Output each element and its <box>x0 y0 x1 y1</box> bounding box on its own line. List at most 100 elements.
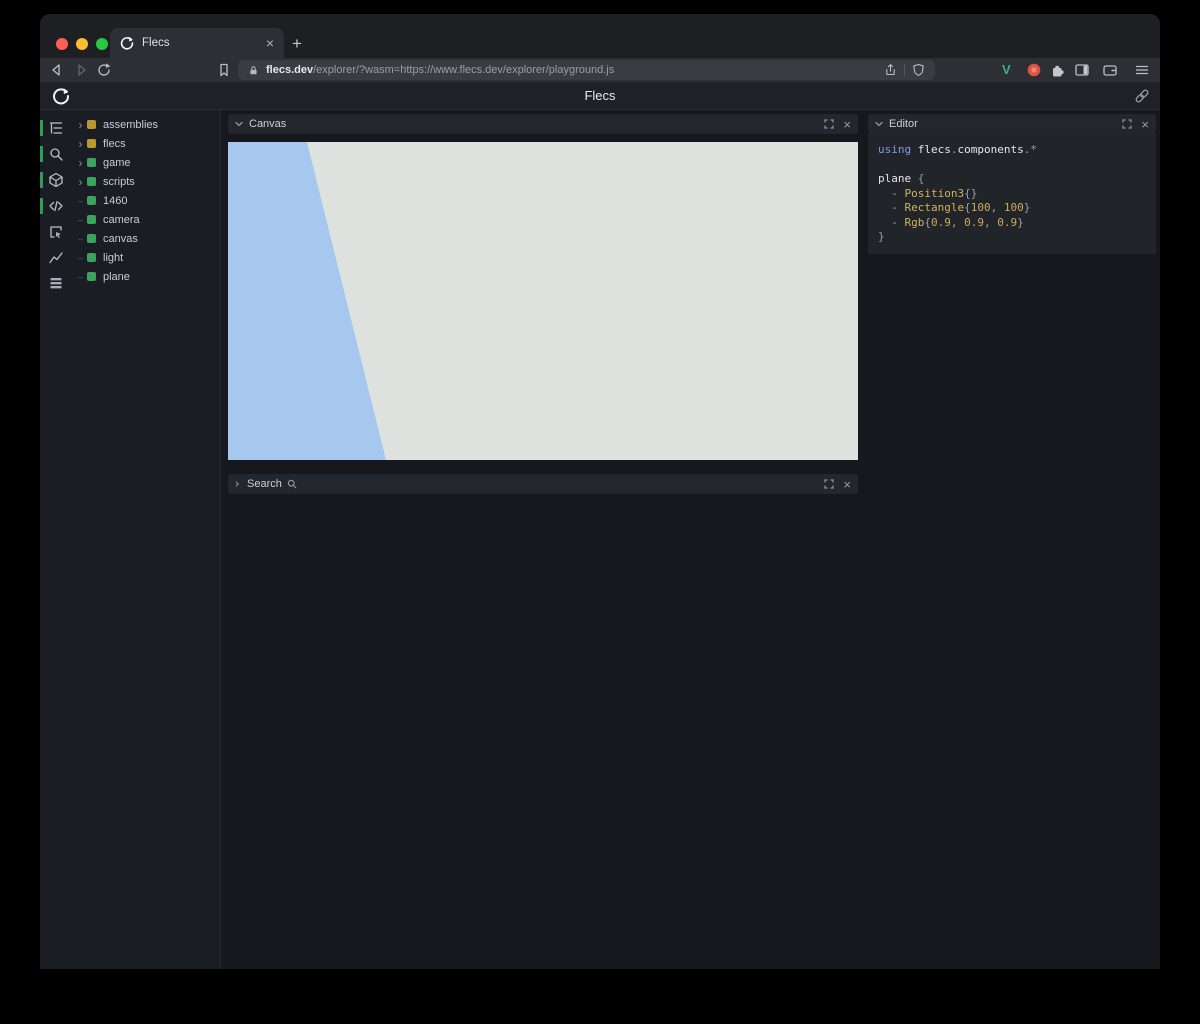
entity-color-square <box>87 158 96 167</box>
code-line: } <box>878 230 1146 245</box>
editor-code[interactable]: using flecs.components.* plane { - Posit… <box>868 134 1156 254</box>
wallet-icon[interactable] <box>1102 62 1118 78</box>
zoom-window-button[interactable] <box>96 38 108 50</box>
bookmark-icon[interactable] <box>216 62 232 78</box>
back-button[interactable] <box>49 62 65 78</box>
tree-item-assemblies[interactable]: › assemblies <box>72 115 221 134</box>
browser-tab[interactable]: Flecs × <box>110 28 284 58</box>
tree-item-label: flecs <box>103 138 126 150</box>
close-window-button[interactable] <box>56 38 68 50</box>
divider <box>904 64 905 76</box>
fullscreen-icon[interactable] <box>824 119 834 129</box>
tree-item-label: light <box>103 252 123 264</box>
reload-button[interactable] <box>96 62 112 78</box>
red-extension-icon[interactable] <box>1026 62 1042 78</box>
tree-item-label: 1460 <box>103 195 127 207</box>
entity-color-square <box>87 196 96 205</box>
tree-item-plane[interactable]: –plane <box>72 267 221 286</box>
leaf-dash-icon: – <box>74 233 87 245</box>
tree-item-label: scripts <box>103 176 135 188</box>
share-icon[interactable] <box>884 63 897 77</box>
tree-item-label: game <box>103 157 131 169</box>
page-title: Flecs <box>40 82 1160 110</box>
icon-rail <box>40 110 72 969</box>
code-editor-icon[interactable] <box>48 198 64 214</box>
app-main: ›assemblies›flecs›game›scripts–1460–came… <box>40 110 1160 969</box>
browser-toolbar: flecs.dev /explorer/?wasm=https://www.fl… <box>40 58 1160 82</box>
code-line: - Position3{} <box>878 187 1146 202</box>
url-host: flecs.dev <box>266 64 313 76</box>
browser-window: Flecs × + flecs.dev /explorer/?wa <box>40 14 1160 969</box>
expand-arrow-icon[interactable]: › <box>74 176 87 188</box>
active-indicator <box>40 146 43 162</box>
menu-hamburger-icon[interactable] <box>1134 62 1150 78</box>
stats-chart-icon[interactable] <box>48 249 64 265</box>
tree-item-label: camera <box>103 214 140 226</box>
expand-arrow-icon[interactable]: › <box>74 119 87 131</box>
code-line <box>878 158 1146 173</box>
editor-panel-header[interactable]: Editor × <box>868 114 1156 134</box>
code-line: - Rectangle{100, 100} <box>878 201 1146 216</box>
data-rows-icon[interactable] <box>48 275 64 291</box>
canvas-panel-title: Canvas <box>249 118 286 130</box>
left-column: ›assemblies›flecs›game›scripts–1460–came… <box>40 110 221 969</box>
collapse-chevron-icon[interactable] <box>875 121 883 127</box>
minimize-window-button[interactable] <box>76 38 88 50</box>
entity-color-square <box>87 272 96 281</box>
canvas-viewport[interactable] <box>228 142 858 460</box>
link-icon[interactable] <box>1134 88 1150 104</box>
tab-bar: Flecs × + <box>40 14 1160 58</box>
tree-item-1460[interactable]: –1460 <box>72 191 221 210</box>
entity-color-square <box>87 177 96 186</box>
active-indicator <box>40 120 43 136</box>
close-panel-icon[interactable]: × <box>1141 118 1149 131</box>
tree-item-light[interactable]: – light <box>72 248 221 267</box>
inspect-cursor-icon[interactable] <box>48 224 64 240</box>
expand-chevron-icon[interactable] <box>235 481 241 487</box>
tab-close-icon[interactable]: × <box>266 36 274 50</box>
entity-color-square <box>87 215 96 224</box>
lock-icon <box>248 64 259 77</box>
active-indicator <box>40 172 43 188</box>
tree-item-canvas[interactable]: –canvas <box>72 229 221 248</box>
address-bar[interactable]: flecs.dev /explorer/?wasm=https://www.fl… <box>238 60 935 80</box>
extensions-puzzle-icon[interactable] <box>1050 62 1066 78</box>
entity-color-square <box>87 120 96 129</box>
search-panel-title: Search <box>247 478 282 490</box>
flecs-explorer-page: Flecs <box>40 82 1160 969</box>
new-tab-button[interactable]: + <box>292 35 302 52</box>
entity-color-square <box>87 139 96 148</box>
active-indicator <box>40 198 43 214</box>
code-line: using flecs.components.* <box>878 143 1146 158</box>
tree-item-camera[interactable]: – camera <box>72 210 221 229</box>
search-query-icon[interactable] <box>48 146 64 162</box>
expand-arrow-icon[interactable]: › <box>74 157 87 169</box>
app-header: Flecs <box>40 82 1160 110</box>
entity-tree: ›assemblies›flecs›game›scripts–1460–came… <box>72 115 221 286</box>
search-magnifier-icon <box>287 479 297 489</box>
forward-button[interactable] <box>73 62 89 78</box>
editor-panel-title: Editor <box>889 118 918 130</box>
brave-shield-icon[interactable] <box>912 63 925 77</box>
tree-item-scripts[interactable]: › scripts <box>72 172 221 191</box>
close-panel-icon[interactable]: × <box>843 118 851 131</box>
close-panel-icon[interactable]: × <box>843 478 851 491</box>
code-line: plane { <box>878 172 1146 187</box>
v-extension-icon[interactable]: V <box>1002 62 1011 78</box>
flecs-favicon-icon <box>120 36 134 50</box>
canvas-panel-header[interactable]: Canvas × <box>228 114 858 134</box>
sidebar-panel-icon[interactable] <box>1074 62 1090 78</box>
tree-item-flecs[interactable]: › flecs <box>72 134 221 153</box>
fullscreen-icon[interactable] <box>1122 119 1132 129</box>
collapse-chevron-icon[interactable] <box>235 121 243 127</box>
tree-view-icon[interactable] <box>48 120 64 136</box>
fullscreen-icon[interactable] <box>824 479 834 489</box>
tree-item-game[interactable]: › game <box>72 153 221 172</box>
search-panel-header[interactable]: Search × <box>228 474 858 494</box>
leaf-dash-icon: – <box>74 214 87 226</box>
entities-box-icon[interactable] <box>48 172 64 188</box>
expand-arrow-icon[interactable]: › <box>74 138 87 150</box>
leaf-dash-icon: – <box>74 252 87 264</box>
entity-color-square <box>87 253 96 262</box>
tree-item-label: assemblies <box>103 119 158 131</box>
